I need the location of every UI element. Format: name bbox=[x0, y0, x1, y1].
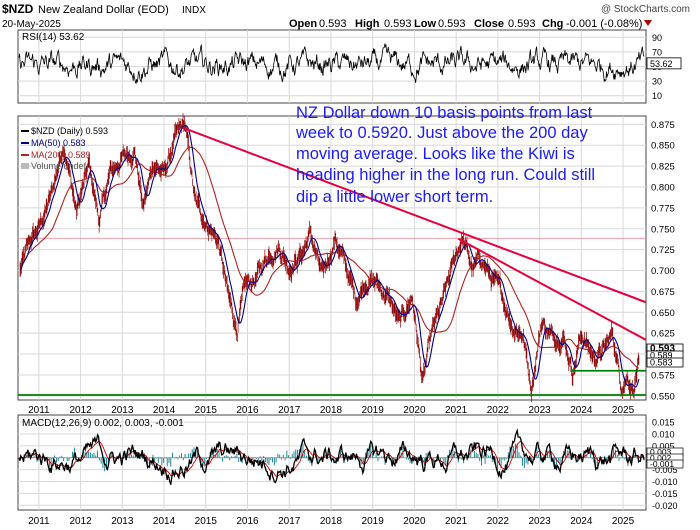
price-y-tick-0.700: 0.700 bbox=[651, 266, 675, 277]
price-y-tick-0.850: 0.850 bbox=[651, 141, 675, 152]
x-tick-price-2025: 2025 bbox=[612, 405, 635, 416]
x-tick-macd-2012: 2012 bbox=[69, 516, 92, 527]
annotation-line-1: NZ Dollar down 10 basis points from last bbox=[296, 104, 593, 122]
price-y-tick-0.575: 0.575 bbox=[651, 370, 675, 381]
close-label: Close bbox=[474, 18, 504, 30]
macd-y-tick--0.020: -0.020 bbox=[652, 501, 678, 511]
macd-y-tick-0.015: 0.015 bbox=[652, 418, 675, 428]
price-y-tick-0.800: 0.800 bbox=[651, 183, 675, 194]
price-y-tick-0.825: 0.825 bbox=[651, 162, 675, 173]
x-tick-macd-2023: 2023 bbox=[528, 516, 551, 527]
legend-volume: Volume undef bbox=[31, 161, 87, 171]
x-tick-macd-2013: 2013 bbox=[111, 516, 134, 527]
x-tick-macd-2011: 2011 bbox=[28, 516, 50, 527]
x-tick-price-2011: 2011 bbox=[28, 405, 50, 416]
x-tick-price-2024: 2024 bbox=[570, 405, 593, 416]
high-label: High bbox=[355, 18, 380, 30]
legend-price: $NZD (Daily) 0.593 bbox=[31, 126, 108, 136]
rsi-y-tick-30: 30 bbox=[652, 77, 662, 87]
macd-panel-frame bbox=[17, 414, 647, 511]
price-y-tick-0.775: 0.775 bbox=[651, 203, 675, 214]
rsi-y-tick-10: 10 bbox=[652, 91, 662, 101]
quote-line: Open 0.593 High 0.593 Low 0.593 Close 0.… bbox=[289, 18, 652, 30]
macd-last-label-2: -0.001 bbox=[650, 459, 674, 469]
legend-swatch-volume bbox=[21, 163, 29, 169]
chart-name: New Zealand Dollar (EOD) bbox=[38, 4, 169, 16]
x-tick-macd-2016: 2016 bbox=[236, 516, 259, 527]
price-y-tick-0.750: 0.750 bbox=[651, 224, 675, 235]
chart-symbol: $NZD bbox=[2, 2, 34, 16]
open-value: 0.593 bbox=[319, 18, 347, 30]
stock-chart: $NZD New Zealand Dollar (EOD) INDX @ Sto… bbox=[2, 2, 690, 527]
chg-value: -0.001 (-0.08%) bbox=[566, 18, 642, 30]
annotation-line-5: dip a little lower short term. bbox=[296, 188, 493, 206]
annotation-text: NZ Dollar down 10 basis points from last… bbox=[295, 104, 595, 206]
rsi-title: RSI(14) 53.62 bbox=[22, 32, 85, 43]
x-tick-price-2013: 2013 bbox=[111, 405, 134, 416]
x-tick-macd-2022: 2022 bbox=[487, 516, 510, 527]
price-y-tick-0.675: 0.675 bbox=[651, 287, 675, 298]
annotation-line-4: heading higher in the long run. Could st… bbox=[296, 166, 595, 184]
x-tick-price-2014: 2014 bbox=[153, 405, 176, 416]
x-tick-price-2020: 2020 bbox=[403, 405, 426, 416]
x-tick-macd-2025: 2025 bbox=[612, 516, 635, 527]
lower-trendline bbox=[457, 237, 647, 341]
x-tick-macd-2015: 2015 bbox=[195, 516, 218, 527]
macd-layer bbox=[18, 428, 646, 485]
x-tick-macd-2020: 2020 bbox=[403, 516, 426, 527]
price-y-tick-0.725: 0.725 bbox=[651, 245, 675, 256]
rsi-y-tick-90: 90 bbox=[652, 33, 662, 43]
price-legend: $NZD (Daily) 0.593 MA(50) 0.583 MA(200) … bbox=[21, 126, 108, 171]
grid-layer bbox=[18, 30, 646, 510]
macd-y-tick--0.015: -0.015 bbox=[652, 489, 678, 499]
price-y-tick-0.550: 0.550 bbox=[651, 391, 675, 402]
low-value: 0.593 bbox=[438, 18, 466, 30]
chart-date: 20-May-2025 bbox=[2, 19, 61, 30]
x-tick-price-2016: 2016 bbox=[236, 405, 259, 416]
rsi-layer bbox=[18, 43, 645, 85]
chart-exchange: INDX bbox=[182, 5, 206, 16]
price-y-tick-0.650: 0.650 bbox=[651, 308, 675, 319]
rsi-line bbox=[18, 43, 645, 85]
x-tick-macd-2019: 2019 bbox=[362, 516, 385, 527]
x-tick-price-2023: 2023 bbox=[528, 405, 551, 416]
x-tick-price-2015: 2015 bbox=[195, 405, 218, 416]
x-tick-macd-2021: 2021 bbox=[445, 516, 468, 527]
x-tick-price-2022: 2022 bbox=[487, 405, 510, 416]
low-label: Low bbox=[414, 18, 436, 30]
macd-y-tick--0.010: -0.010 bbox=[652, 477, 678, 487]
rsi-last-label: 53.62 bbox=[650, 59, 673, 69]
x-tick-price-2021: 2021 bbox=[445, 405, 468, 416]
rsi-y-tick-70: 70 bbox=[652, 47, 662, 57]
annotation-line-3: moving average. Looks like the Kiwi is bbox=[296, 145, 575, 163]
legend-ma50: MA(50) 0.583 bbox=[31, 138, 86, 148]
x-tick-price-2019: 2019 bbox=[362, 405, 385, 416]
x-tick-price-2018: 2018 bbox=[320, 405, 343, 416]
macd-y-tick-0.010: 0.010 bbox=[652, 430, 675, 440]
annotation-line-2: week to 0.5920. Just above the 200 day bbox=[295, 124, 588, 142]
x-tick-macd-2024: 2024 bbox=[570, 516, 593, 527]
x-tick-price-2012: 2012 bbox=[69, 405, 92, 416]
x-tick-macd-2014: 2014 bbox=[153, 516, 176, 527]
price-last-label-2: 0.583 bbox=[650, 358, 673, 368]
open-label: Open bbox=[289, 18, 317, 30]
chg-label: Chg bbox=[542, 18, 563, 30]
close-value: 0.593 bbox=[508, 18, 536, 30]
legend-ma200: MA(200) 0.589 bbox=[31, 150, 91, 160]
x-tick-macd-2018: 2018 bbox=[320, 516, 343, 527]
price-y-tick-0.625: 0.625 bbox=[651, 329, 675, 340]
macd-title: MACD(12,26,9) 0.002, 0.003, -0.001 bbox=[22, 418, 184, 429]
price-y-tick-0.875: 0.875 bbox=[651, 120, 675, 131]
chart-watermark: @ StockCharts.com bbox=[601, 4, 690, 15]
x-tick-price-2017: 2017 bbox=[278, 405, 301, 416]
high-value: 0.593 bbox=[384, 18, 412, 30]
x-tick-macd-2017: 2017 bbox=[278, 516, 301, 527]
chg-down-arrow-icon bbox=[644, 20, 652, 26]
